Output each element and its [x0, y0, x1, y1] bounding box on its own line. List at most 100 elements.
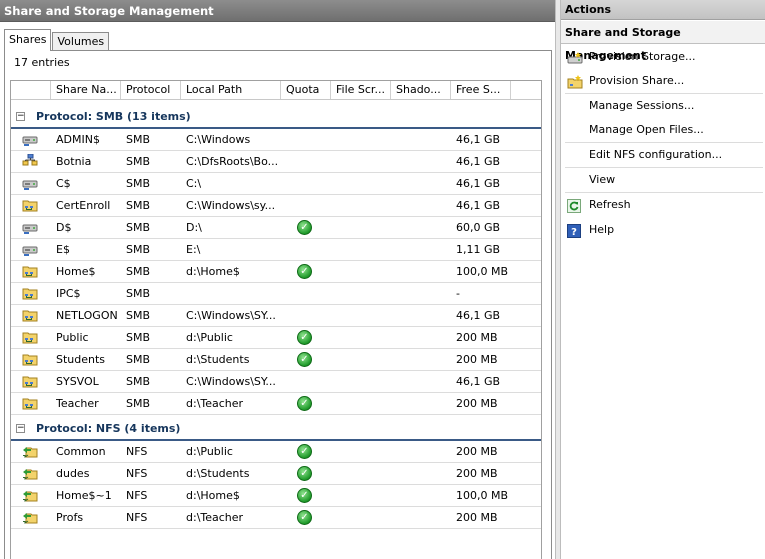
group-title: Protocol: NFS (4 items) [36, 422, 181, 435]
share-name-cell: Botnia [56, 155, 92, 168]
local-path-cell: E:\ [186, 243, 201, 256]
free-space-cell: 200 MB [456, 511, 498, 524]
folder-share-icon [22, 264, 38, 278]
column-header-free-space[interactable]: Free S... [451, 81, 511, 99]
dfs-share-icon [22, 153, 38, 168]
local-path-cell: C:\DfsRoots\Bo... [186, 155, 279, 168]
free-space-cell: 1,11 GB [456, 243, 501, 256]
protocol-cell: SMB [126, 133, 151, 146]
column-header-icon[interactable] [11, 81, 51, 99]
table-row[interactable]: SYSVOL SMB C:\Windows\SY... 46,1 GB [11, 371, 541, 393]
quota-check-icon: ✓ [297, 444, 312, 459]
table-row[interactable]: ADMIN$ SMB C:\Windows 46,1 GB [11, 129, 541, 151]
share-name-cell: C$ [56, 177, 71, 190]
table-row[interactable]: Botnia SMB C:\DfsRoots\Bo... 46,1 GB [11, 151, 541, 173]
table-row[interactable]: Teacher SMB d:\Teacher 200 MB ✓ [11, 393, 541, 415]
protocol-cell: NFS [126, 467, 148, 480]
share-name-cell: Home$~1 [56, 489, 112, 502]
column-header-quota[interactable]: Quota [281, 81, 331, 99]
nfs-share-icon [22, 510, 38, 524]
folder-share-icon [22, 330, 38, 344]
action-manage-sessions[interactable]: Manage Sessions... [561, 94, 765, 118]
action-separator [565, 142, 763, 143]
action-label: Refresh [589, 198, 631, 211]
table-row[interactable]: CertEnroll SMB C:\Windows\sy... 46,1 GB [11, 195, 541, 217]
protocol-cell: SMB [126, 287, 151, 300]
quota-check-icon: ✓ [297, 220, 312, 235]
table-row[interactable]: C$ SMB C:\ 46,1 GB [11, 173, 541, 195]
table-row[interactable]: D$ SMB D:\ 60,0 GB ✓ [11, 217, 541, 239]
local-path-cell: d:\Public [186, 331, 233, 344]
action-label: Help [589, 223, 615, 236]
protocol-cell: NFS [126, 445, 148, 458]
table-row[interactable]: Profs NFS d:\Teacher 200 MB ✓ [11, 507, 541, 529]
folder-share-icon [22, 286, 38, 300]
collapse-toggle-icon[interactable]: − [16, 424, 25, 433]
folder-share-icon [22, 374, 38, 388]
tab-volumes[interactable]: Volumes [52, 32, 110, 51]
nfs-share-icon [22, 488, 38, 502]
refresh-icon [567, 198, 581, 213]
table-row[interactable]: NETLOGON SMB C:\Windows\SY... 46,1 GB [11, 305, 541, 327]
action-label: Manage Sessions... [589, 99, 695, 112]
column-header-local-path[interactable]: Local Path [181, 81, 281, 99]
free-space-cell: 46,1 GB [456, 177, 501, 190]
share-name-cell: Home$ [56, 265, 96, 278]
local-path-cell: d:\Public [186, 445, 233, 458]
provision-share-icon [567, 74, 583, 89]
actions-section-header[interactable]: Share and Storage Management [561, 21, 765, 62]
group-header[interactable]: − Protocol: SMB (13 items) [11, 107, 541, 129]
table-row[interactable]: E$ SMB E:\ 1,11 GB [11, 239, 541, 261]
folder-share-icon [22, 198, 38, 212]
protocol-cell: SMB [126, 397, 151, 410]
local-path-cell [186, 283, 280, 304]
folder-share-icon [22, 396, 38, 410]
free-space-cell: 200 MB [456, 467, 498, 480]
action-provision-share[interactable]: Provision Share... [561, 69, 765, 93]
action-separator [565, 192, 763, 193]
table-row[interactable]: Home$ SMB d:\Home$ 100,0 MB ✓ [11, 261, 541, 283]
entries-count: 17 entries [14, 56, 70, 69]
tab-shares[interactable]: Shares [4, 29, 52, 51]
table-row[interactable]: Students SMB d:\Students 200 MB ✓ [11, 349, 541, 371]
column-header-share-name[interactable]: Share Na... [51, 81, 121, 99]
protocol-cell: SMB [126, 243, 151, 256]
quota-check-icon: ✓ [297, 396, 312, 411]
quota-check-icon: ✓ [297, 488, 312, 503]
column-header-protocol[interactable]: Protocol [121, 81, 181, 99]
protocol-cell: SMB [126, 155, 151, 168]
share-name-cell: NETLOGON [56, 309, 118, 322]
action-refresh[interactable]: Refresh [561, 193, 765, 217]
protocol-cell: SMB [126, 221, 151, 234]
table-row[interactable]: IPC$ SMB - [11, 283, 541, 305]
protocol-cell: NFS [126, 489, 148, 502]
nfs-share-icon [22, 466, 38, 480]
action-provision-storage[interactable]: Provision Storage... [561, 45, 765, 69]
action-help[interactable]: ? Help [561, 218, 765, 242]
shares-list[interactable]: Share Na... Protocol Local Path Quota Fi… [10, 80, 542, 559]
nfs-share-icon [22, 444, 38, 458]
free-space-cell: 46,1 GB [456, 375, 501, 388]
local-path-cell: d:\Teacher [186, 511, 244, 524]
protocol-cell: SMB [126, 309, 151, 322]
action-view[interactable]: View [561, 168, 765, 192]
pane-title: Share and Storage Management [0, 0, 555, 22]
share-name-cell: Public [56, 331, 89, 344]
protocol-cell: SMB [126, 177, 151, 190]
action-edit-nfs-configuration[interactable]: Edit NFS configuration... [561, 143, 765, 167]
table-row[interactable]: Common NFS d:\Public 200 MB ✓ [11, 441, 541, 463]
free-space-cell: 100,0 MB [456, 265, 509, 278]
group-header[interactable]: − Protocol: NFS (4 items) [11, 419, 541, 441]
collapse-toggle-icon[interactable]: − [16, 112, 25, 121]
free-space-cell: 46,1 GB [456, 199, 501, 212]
table-row[interactable]: dudes NFS d:\Students 200 MB ✓ [11, 463, 541, 485]
share-name-cell: E$ [56, 243, 70, 256]
column-header-shadow-copies[interactable]: Shado... [391, 81, 451, 99]
table-row[interactable]: Home$~1 NFS d:\Home$ 100,0 MB ✓ [11, 485, 541, 507]
drive-share-icon [22, 176, 38, 190]
shares-pane: Share and Storage Management Shares Volu… [0, 0, 555, 559]
action-manage-open-files[interactable]: Manage Open Files... [561, 118, 765, 142]
table-row[interactable]: Public SMB d:\Public 200 MB ✓ [11, 327, 541, 349]
column-header-file-screen[interactable]: File Scr... [331, 81, 391, 99]
folder-share-icon [22, 352, 38, 366]
